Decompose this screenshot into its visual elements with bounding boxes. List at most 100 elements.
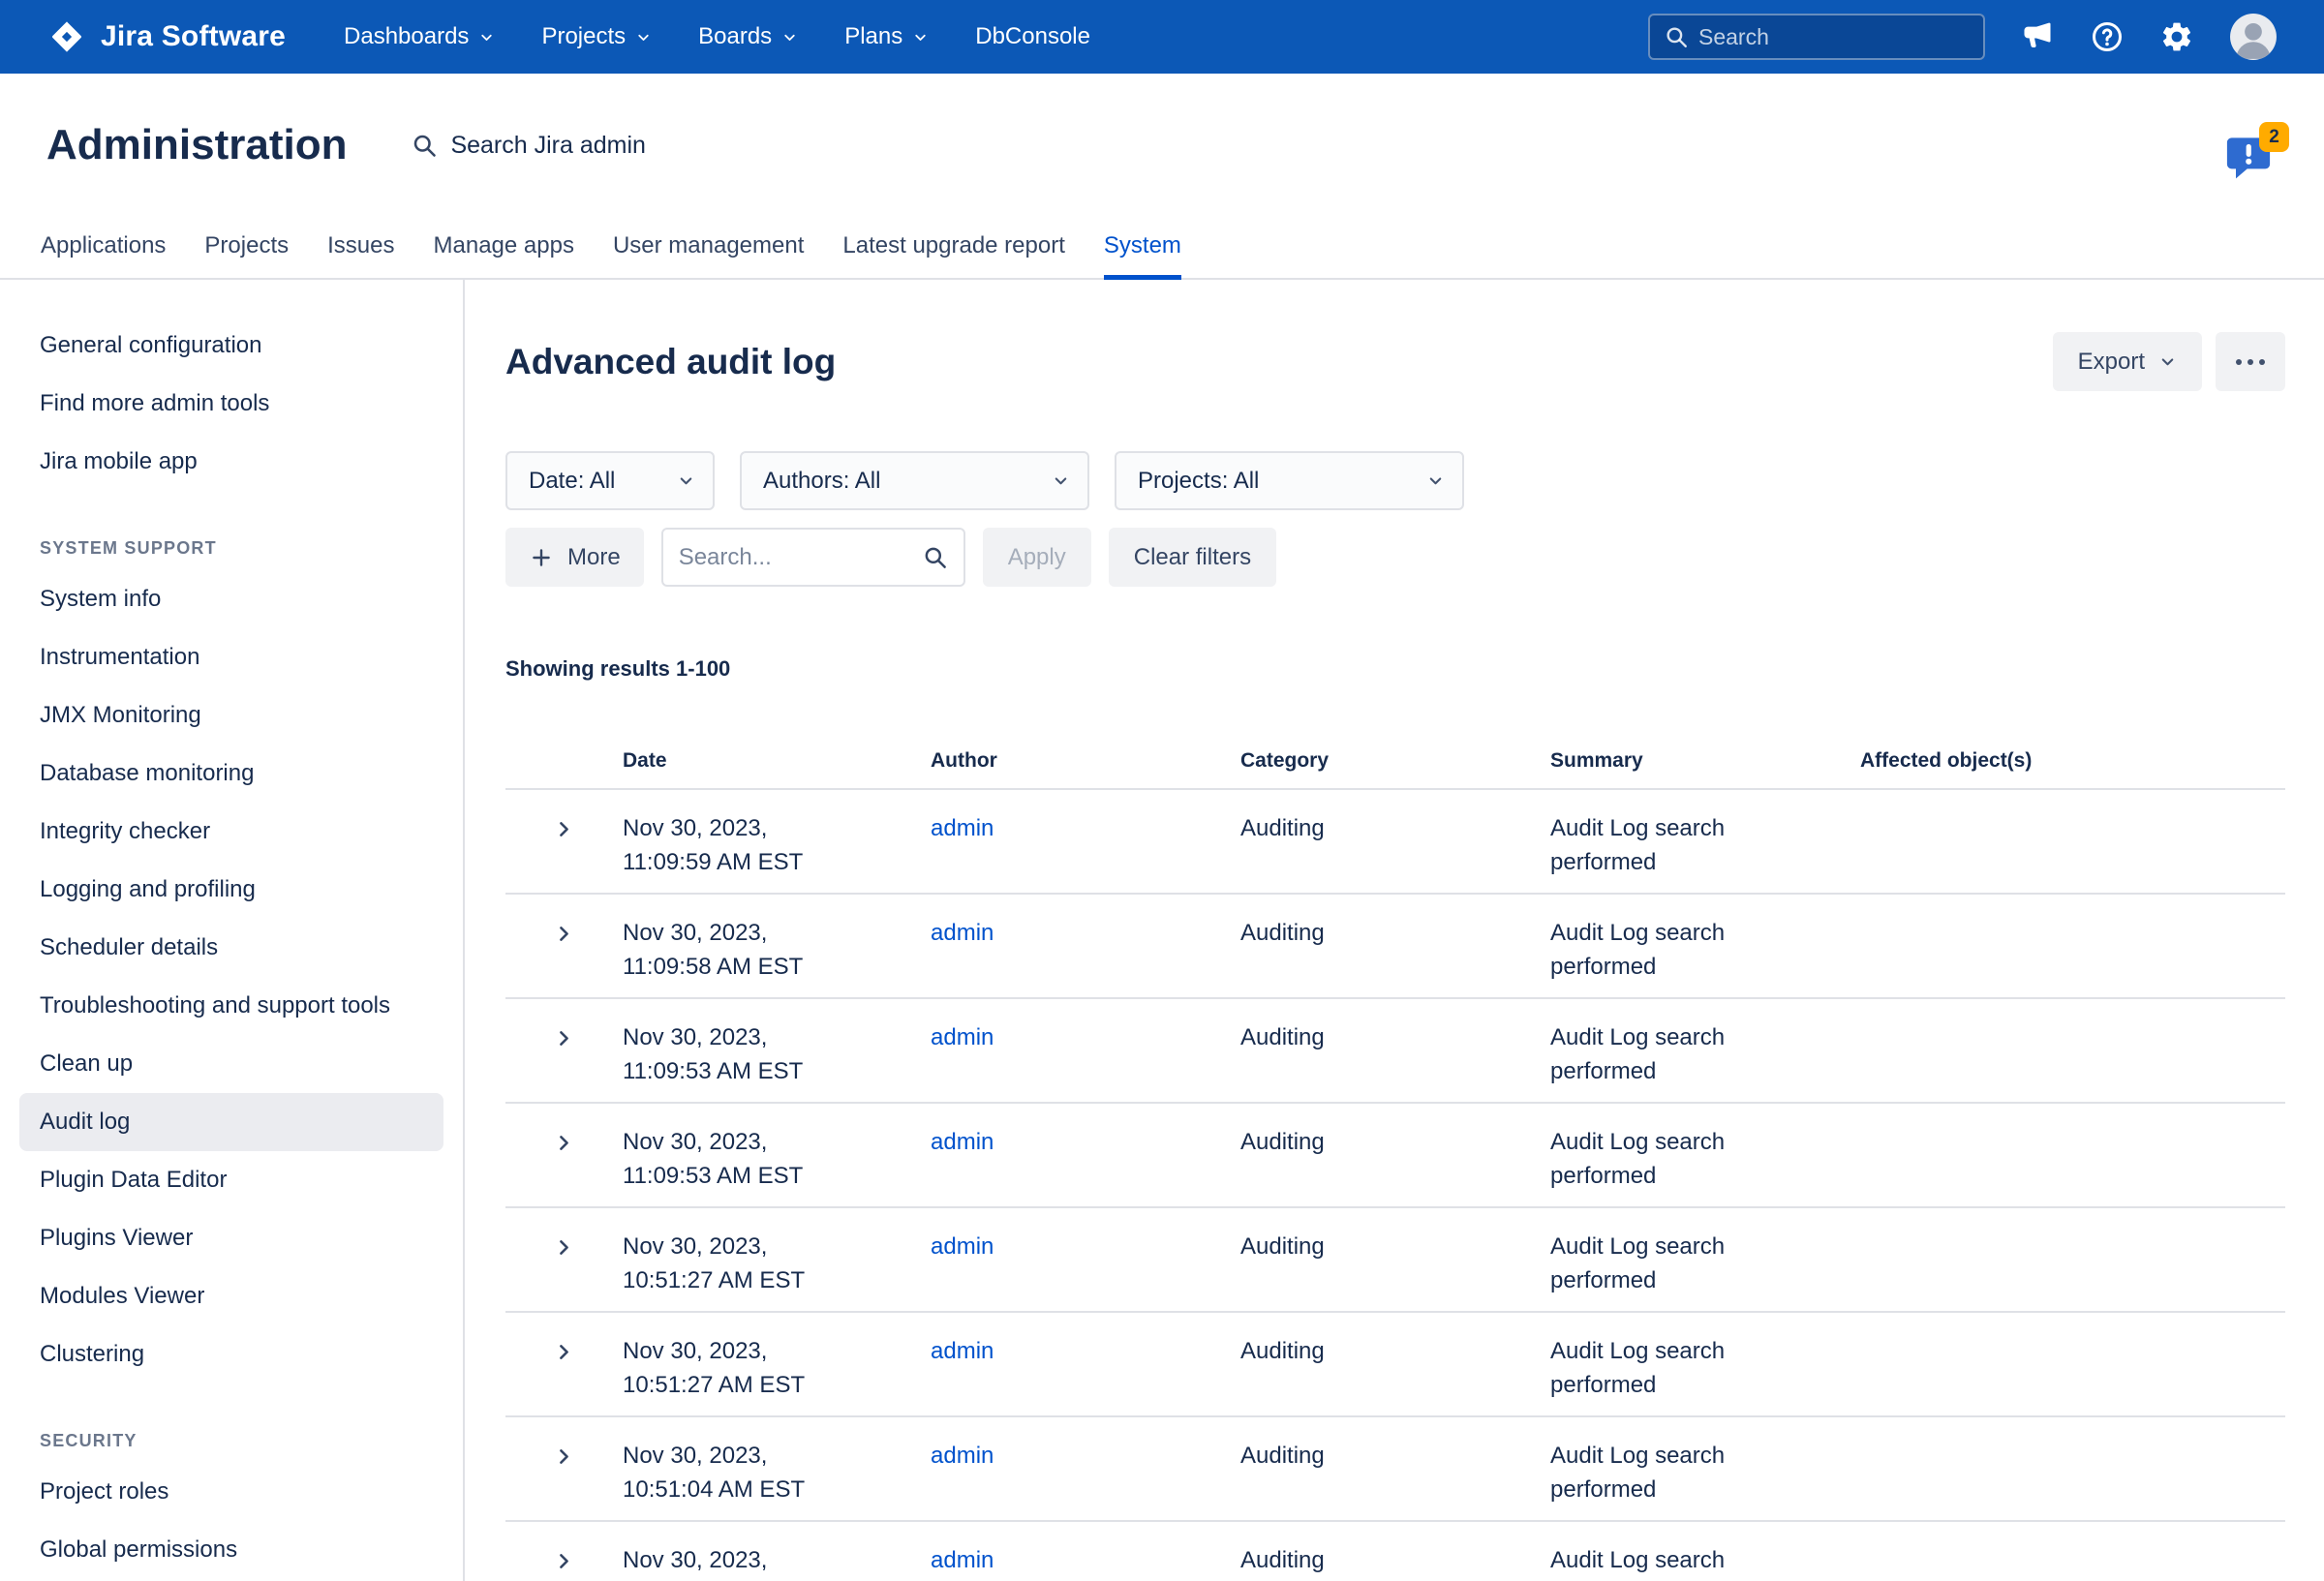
expand-row-icon[interactable] [554,1133,574,1206]
sidebar-item-database-monitoring[interactable]: Database monitoring [19,745,443,803]
filter-projects[interactable]: Projects: All [1115,451,1464,510]
author-link[interactable]: admin [931,1129,994,1155]
export-button[interactable]: Export [2053,332,2202,391]
nav-boards[interactable]: Boards [698,23,798,50]
expand-row-icon[interactable] [554,1028,574,1102]
audit-search-input[interactable] [679,544,914,571]
audit-category: Auditing [1240,790,1550,893]
audit-log-table: Date Author Category Summary Affected ob… [505,749,2285,1581]
tab-manage-apps[interactable]: Manage apps [434,232,574,280]
author-link[interactable]: admin [931,1443,994,1469]
audit-summary: Audit Log search performed [1550,1417,1860,1520]
sidebar-item-global-permissions[interactable]: Global permissions [19,1521,443,1579]
audit-affected-objects [1860,999,2285,1102]
clear-filters-button[interactable]: Clear filters [1109,528,1276,587]
sidebar-item-system-info[interactable]: System info [19,570,443,628]
sidebar-item-jmx-monitoring[interactable]: JMX Monitoring [19,686,443,745]
sidebar-item-plugins-viewer[interactable]: Plugins Viewer [19,1209,443,1267]
sidebar-group-security: Project roles Global permissions [0,1463,463,1579]
search-icon [1664,24,1689,49]
help-icon[interactable] [2090,19,2125,54]
author-link[interactable]: admin [931,1233,994,1260]
audit-affected-objects [1860,790,2285,893]
nav-projects[interactable]: Projects [541,23,652,50]
global-search[interactable] [1648,14,1985,60]
audit-date: Nov 30, 2023,11:09:53 AM EST [623,999,931,1102]
table-row: Nov 30, 2023,11:09:53 AM EST admin Audit… [505,999,2285,1104]
table-row: Nov 30, 2023,10:51:27 AM EST admin Audit… [505,1313,2285,1417]
chevron-down-icon [1052,471,1070,490]
table-row: Nov 30, 2023,11:09:53 AM EST admin Audit… [505,1104,2285,1208]
admin-header: Administration Search Jira admin 2 [0,74,2324,168]
more-filters-button[interactable]: More [505,528,644,587]
audit-summary: Audit Log search performed [1550,1522,1860,1581]
audit-affected-objects [1860,1522,2285,1581]
global-search-input[interactable] [1698,24,1970,50]
chevron-down-icon [2158,352,2177,371]
sidebar-item-project-roles[interactable]: Project roles [19,1463,443,1521]
audit-category: Auditing [1240,1522,1550,1581]
jira-logo-icon [46,16,87,57]
author-link[interactable]: admin [931,920,994,946]
more-actions-button[interactable] [2216,332,2285,391]
feedback-icon[interactable]: 2 [2223,136,2276,184]
tab-system[interactable]: System [1104,232,1181,280]
expand-row-icon[interactable] [554,1237,574,1311]
search-icon [411,132,438,159]
author-link[interactable]: admin [931,815,994,841]
section-title: Advanced audit log [505,342,836,382]
nav-dashboards[interactable]: Dashboards [344,23,495,50]
user-avatar[interactable] [2229,13,2278,61]
expand-row-icon[interactable] [554,1446,574,1520]
settings-icon[interactable] [2159,19,2194,54]
sidebar-item-clustering[interactable]: Clustering [19,1325,443,1383]
expand-row-icon[interactable] [554,1551,574,1581]
author-link[interactable]: admin [931,1024,994,1050]
audit-affected-objects [1860,1313,2285,1415]
audit-summary: Audit Log search performed [1550,999,1860,1102]
author-link[interactable]: admin [931,1338,994,1364]
audit-date: Nov 30, 2023,10:51:04 AM EST [623,1417,931,1520]
nav-dbconsole[interactable]: DbConsole [975,23,1090,50]
table-row: Nov 30, 2023,10:51:04 AM EST admin Audit… [505,1417,2285,1522]
tab-latest-upgrade-report[interactable]: Latest upgrade report [842,232,1065,280]
tab-issues[interactable]: Issues [327,232,394,280]
filter-authors[interactable]: Authors: All [740,451,1089,510]
audit-category: Auditing [1240,1208,1550,1311]
sidebar-item-audit-log[interactable]: Audit log [19,1093,443,1151]
expand-row-icon[interactable] [554,1342,574,1415]
apply-button[interactable]: Apply [983,528,1091,587]
announcement-icon[interactable] [2020,19,2055,54]
expand-row-icon[interactable] [554,924,574,997]
author-link[interactable]: admin [931,1547,994,1573]
sidebar-group-general: General configuration Find more admin to… [0,317,463,491]
sidebar-item-integrity-checker[interactable]: Integrity checker [19,803,443,861]
search-icon[interactable] [922,544,948,570]
tab-applications[interactable]: Applications [41,232,166,280]
sidebar-item-general-configuration[interactable]: General configuration [19,317,443,375]
nav-plans[interactable]: Plans [844,23,929,50]
sidebar-item-clean-up[interactable]: Clean up [19,1035,443,1093]
sidebar-item-find-more-admin-tools[interactable]: Find more admin tools [19,375,443,433]
audit-summary: Audit Log search performed [1550,1208,1860,1311]
audit-affected-objects [1860,1417,2285,1520]
sidebar-section-security: SECURITY [40,1430,443,1451]
sidebar-item-modules-viewer[interactable]: Modules Viewer [19,1267,443,1325]
tab-user-management[interactable]: User management [613,232,804,280]
jira-home-link[interactable]: Jira Software [46,16,286,57]
audit-date: Nov 30, 2023,11:09:59 AM EST [623,790,931,893]
sidebar-item-jira-mobile-app[interactable]: Jira mobile app [19,433,443,491]
admin-search[interactable]: Search Jira admin [411,132,645,160]
sidebar-item-scheduler-details[interactable]: Scheduler details [19,919,443,977]
tab-projects[interactable]: Projects [204,232,289,280]
sidebar-group-system-support: System info Instrumentation JMX Monitori… [0,570,463,1383]
sidebar-item-logging-and-profiling[interactable]: Logging and profiling [19,861,443,919]
page-title: Administration [46,122,347,168]
sidebar-item-plugin-data-editor[interactable]: Plugin Data Editor [19,1151,443,1209]
sidebar-item-instrumentation[interactable]: Instrumentation [19,628,443,686]
audit-category: Auditing [1240,1313,1550,1415]
filter-date[interactable]: Date: All [505,451,715,510]
expand-row-icon[interactable] [554,819,574,893]
sidebar-item-troubleshooting[interactable]: Troubleshooting and support tools [19,977,443,1035]
main-content: Advanced audit log Export Date: All Auth… [465,280,2324,1581]
